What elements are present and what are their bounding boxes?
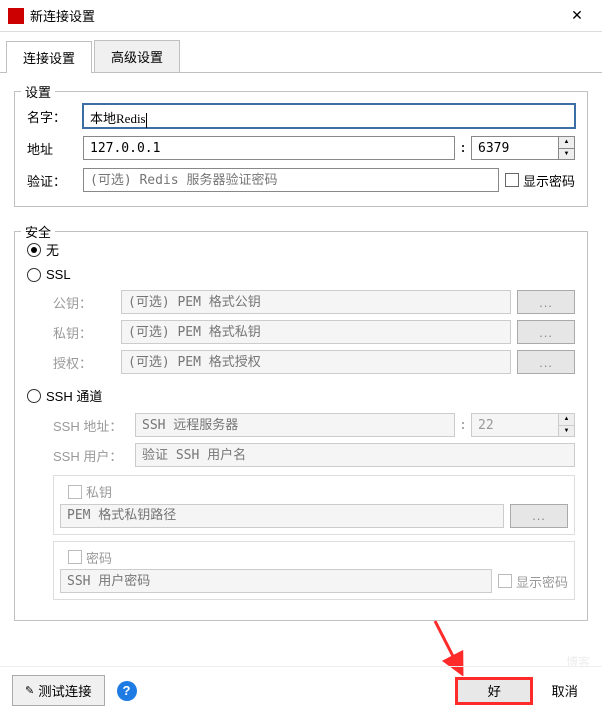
ssh-port-input	[471, 413, 559, 437]
name-label: 名字：	[27, 107, 83, 126]
close-button[interactable]: ✕	[556, 2, 598, 30]
dialog-footer: ✎测试连接 ? 好 取消	[0, 666, 602, 714]
address-label: 地址	[27, 139, 83, 158]
ca-label: 授权：	[53, 353, 121, 372]
cancel-button[interactable]: 取消	[539, 676, 590, 705]
tab-bar: 连接设置 高级设置	[0, 32, 602, 73]
name-input[interactable]: 本地Redis	[83, 104, 575, 128]
checkbox-icon	[505, 173, 519, 187]
ssh-user-label: SSH 用户：	[53, 446, 135, 465]
ssh-show-password-checkbox: 显示密码	[498, 572, 568, 591]
ssh-privkey-box: 私钥 ...	[53, 475, 575, 535]
privkey-browse-button: ...	[517, 320, 575, 344]
ssh-password-checkbox: 密码	[68, 548, 112, 567]
ssh-password-input	[60, 569, 492, 593]
ssh-addr-input	[135, 413, 455, 437]
port-input[interactable]	[471, 136, 559, 160]
title-bar: 新连接设置 ✕	[0, 0, 602, 32]
ssh-addr-label: SSH 地址：	[53, 416, 135, 435]
privkey-label: 私钥：	[53, 323, 121, 342]
show-password-checkbox[interactable]: 显示密码	[505, 171, 575, 190]
security-group: 安全 无 SSL 公钥： ... 私钥： ... 授权： ... SSH 通道 …	[14, 231, 588, 621]
radio-ssh[interactable]: SSH 通道	[27, 386, 102, 405]
tab-connection[interactable]: 连接设置	[6, 41, 92, 73]
ssh-privkey-checkbox: 私钥	[68, 482, 112, 501]
ssh-port-separator: :	[459, 418, 467, 433]
pubkey-label: 公钥：	[53, 293, 121, 312]
port-separator: :	[459, 141, 467, 156]
window-title: 新连接设置	[30, 6, 556, 25]
ssh-user-input	[135, 443, 575, 467]
radio-ssl[interactable]: SSL	[27, 267, 71, 282]
pubkey-browse-button: ...	[517, 290, 575, 314]
security-legend: 安全	[21, 222, 55, 241]
dialog-content: 设置 名字： 本地Redis 地址 : ▲▼ 验证： 显示密码	[0, 73, 602, 655]
ssh-privkey-input	[60, 504, 504, 528]
wand-icon: ✎	[25, 684, 34, 697]
ok-button[interactable]: 好	[455, 677, 533, 705]
app-icon	[8, 8, 24, 24]
ca-browse-button: ...	[517, 350, 575, 374]
test-connection-button[interactable]: ✎测试连接	[12, 675, 105, 706]
tab-advanced[interactable]: 高级设置	[94, 40, 180, 72]
settings-group: 设置 名字： 本地Redis 地址 : ▲▼ 验证： 显示密码	[14, 91, 588, 207]
port-spinner[interactable]: ▲▼	[559, 136, 575, 160]
ssh-password-box: 密码 显示密码	[53, 541, 575, 601]
ca-input	[121, 350, 511, 374]
auth-label: 验证：	[27, 171, 83, 190]
help-button[interactable]: ?	[117, 681, 137, 701]
ssh-privkey-browse-button: ...	[510, 504, 568, 528]
ssh-port-spinner: ▲▼	[559, 413, 575, 437]
pubkey-input	[121, 290, 511, 314]
address-input[interactable]	[83, 136, 455, 160]
radio-none[interactable]: 无	[27, 240, 59, 259]
settings-legend: 设置	[21, 82, 55, 101]
auth-input[interactable]	[83, 168, 499, 192]
privkey-input	[121, 320, 511, 344]
